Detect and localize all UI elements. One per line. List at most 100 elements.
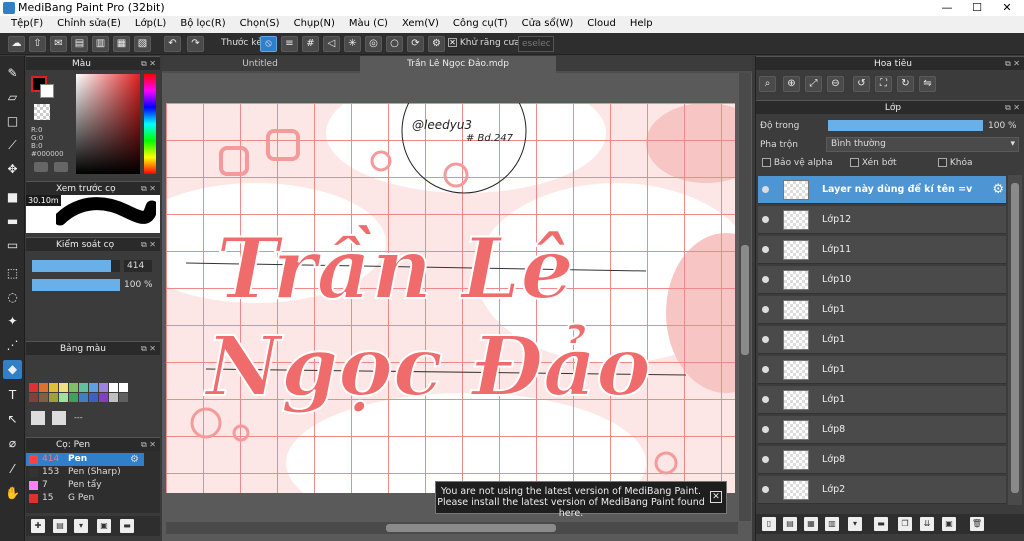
color-add-button[interactable] xyxy=(34,162,48,172)
palette-swatch[interactable] xyxy=(49,383,58,392)
rectangle-tool-icon[interactable]: □ xyxy=(3,112,22,131)
merge-layer-icon[interactable]: ⇊ xyxy=(920,517,934,531)
gear-icon[interactable]: ⚙ xyxy=(992,182,1004,197)
layer-settings-icon[interactable]: ▣ xyxy=(942,517,956,531)
menu-view[interactable]: Xem(V) xyxy=(395,16,446,33)
palette-swatch[interactable] xyxy=(69,393,78,402)
visibility-eye-icon[interactable] xyxy=(762,456,769,463)
palette-swatch[interactable] xyxy=(119,393,128,402)
grid-ruler-icon[interactable]: # xyxy=(302,36,319,52)
menu-select[interactable]: Chọn(S) xyxy=(233,16,287,33)
panel-menu-icon[interactable]: ⧉ ✕ xyxy=(141,57,156,71)
hue-slider[interactable] xyxy=(144,74,156,174)
fullscreen-icon[interactable]: ⛶ xyxy=(875,76,892,92)
select-pen-tool-icon[interactable]: ⋰ xyxy=(3,336,22,355)
palette-swatch[interactable] xyxy=(99,383,108,392)
lock-option[interactable]: Khóa xyxy=(938,158,973,168)
visibility-eye-icon[interactable] xyxy=(762,246,769,253)
text-tool-icon[interactable]: T xyxy=(3,386,22,405)
panel-menu-icon[interactable]: ⧉ ✕ xyxy=(141,438,156,452)
palette-delete-icon[interactable] xyxy=(52,411,66,425)
panel-menu-icon[interactable]: ⧉ ✕ xyxy=(141,182,156,196)
move-tool-icon[interactable]: ✥ xyxy=(3,160,22,179)
layers-scrollbar-thumb[interactable] xyxy=(1011,183,1019,493)
layer-row[interactable]: Layer này dùng để kí tên =v ⚙ xyxy=(758,176,1006,204)
color-swap-button[interactable] xyxy=(54,162,68,172)
layer-row[interactable]: Lớp2 xyxy=(758,476,1006,504)
magic-wand-tool-icon[interactable]: ✦ xyxy=(3,312,22,331)
panel-menu-icon[interactable]: ⧉ ✕ xyxy=(1005,57,1020,71)
vertical-scrollbar[interactable] xyxy=(739,73,751,521)
transparent-color-swatch[interactable] xyxy=(34,104,50,120)
tab-untitled[interactable]: Untitled xyxy=(162,56,358,73)
layer-row[interactable]: Lớp1 xyxy=(758,296,1006,324)
add-layer-menu-icon[interactable]: ▾ xyxy=(848,517,862,531)
list-page-icon[interactable]: ▧ xyxy=(134,36,151,52)
panel-menu-icon[interactable]: ⧉ ✕ xyxy=(141,238,156,252)
settings-ruler-icon[interactable]: ⚙ xyxy=(428,36,445,52)
radial-ruler-icon[interactable]: ✳ xyxy=(344,36,361,52)
menu-cloud[interactable]: Cloud xyxy=(580,16,623,33)
layer-row[interactable]: Lớp1 xyxy=(758,326,1006,354)
menu-tools[interactable]: Công cụ(T) xyxy=(446,16,515,33)
brush-item[interactable]: 153 Pen (Sharp) xyxy=(26,466,144,479)
rotate-ruler-icon[interactable]: ⟳ xyxy=(407,36,424,52)
visibility-eye-icon[interactable] xyxy=(762,336,769,343)
operation-tool-icon[interactable]: ↖ xyxy=(3,410,22,429)
concentric-ruler-icon[interactable]: ◎ xyxy=(365,36,382,52)
gear-icon[interactable]: ⚙ xyxy=(130,453,139,466)
minimize-button[interactable]: — xyxy=(932,0,962,16)
duplicate-layer-icon[interactable]: ❐ xyxy=(898,517,912,531)
zoom-out-icon[interactable]: ⊖ xyxy=(827,76,844,92)
layer-row[interactable]: Lớp8 xyxy=(758,416,1006,444)
palette-swatch[interactable] xyxy=(59,383,68,392)
ruler-off-icon[interactable]: ⦸ xyxy=(260,36,277,52)
clip-option[interactable]: Xén bớt xyxy=(850,158,897,168)
layer-tool-icon[interactable]: ▭ xyxy=(3,236,22,255)
palette-swatch[interactable] xyxy=(119,383,128,392)
palette-swatch[interactable] xyxy=(39,383,48,392)
lasso-tool-icon[interactable]: ◌ xyxy=(3,288,22,307)
brush-item[interactable]: 414 Pen ⚙ xyxy=(26,453,144,466)
panel-menu-icon[interactable]: ⧉ ✕ xyxy=(1005,101,1020,115)
blend-mode-select[interactable]: Bình thường ▾ xyxy=(826,137,1019,152)
grid-page-icon[interactable]: ▦ xyxy=(113,36,130,52)
layer-row[interactable]: Lớp11 xyxy=(758,236,1006,264)
clip-checkbox[interactable] xyxy=(850,158,859,167)
tab-tran-le-ngoc-dao[interactable]: Trần Lê Ngọc Đảo.mdp xyxy=(360,56,556,73)
palette-add-icon[interactable] xyxy=(31,411,45,425)
brush-folder-icon[interactable]: ▬ xyxy=(120,519,134,533)
visibility-eye-icon[interactable] xyxy=(762,306,769,313)
brush-size-value[interactable]: 414 xyxy=(124,260,152,272)
dot-tool-icon[interactable]: ⟋ xyxy=(3,136,22,155)
zoom-icon[interactable]: ⌕ xyxy=(759,76,776,92)
visibility-eye-icon[interactable] xyxy=(762,366,769,373)
background-color-swatch[interactable] xyxy=(40,84,54,98)
palette-swatch[interactable] xyxy=(89,383,98,392)
fit-icon[interactable]: ⤢ xyxy=(805,76,822,92)
vertical-scrollbar-thumb[interactable] xyxy=(741,245,749,355)
palette-swatch[interactable] xyxy=(39,393,48,402)
visibility-eye-icon[interactable] xyxy=(762,186,769,193)
flip-icon[interactable]: ⇋ xyxy=(919,76,936,92)
brush-tool-icon[interactable]: ✎ xyxy=(3,64,22,83)
brush-item[interactable]: 15 G Pen xyxy=(26,492,144,505)
palette-swatch[interactable] xyxy=(79,393,88,402)
parallel-ruler-icon[interactable]: ≡ xyxy=(281,36,298,52)
palette-swatch[interactable] xyxy=(29,383,38,392)
maximize-button[interactable]: ☐ xyxy=(962,0,992,16)
brush-item[interactable]: 7 Pen tẩy xyxy=(26,479,144,492)
protect-alpha-option[interactable]: Bảo vệ alpha xyxy=(762,158,833,168)
layer-row[interactable]: Lớp1 xyxy=(758,356,1006,384)
select-tool-icon[interactable]: ⬚ xyxy=(3,264,22,283)
palette-swatch[interactable] xyxy=(99,393,108,402)
palette-swatch[interactable] xyxy=(29,393,38,402)
palette-swatch[interactable] xyxy=(69,383,78,392)
brush-menu-icon[interactable]: ▾ xyxy=(74,519,88,533)
brush-settings-icon[interactable]: ▤ xyxy=(53,519,67,533)
antialias-checkbox[interactable]: ✕ xyxy=(448,38,457,47)
palette-swatch[interactable] xyxy=(89,393,98,402)
zoom-in-icon[interactable]: ⊕ xyxy=(783,76,800,92)
visibility-eye-icon[interactable] xyxy=(762,486,769,493)
new-halftone-layer-icon[interactable]: ▦ xyxy=(804,517,818,531)
